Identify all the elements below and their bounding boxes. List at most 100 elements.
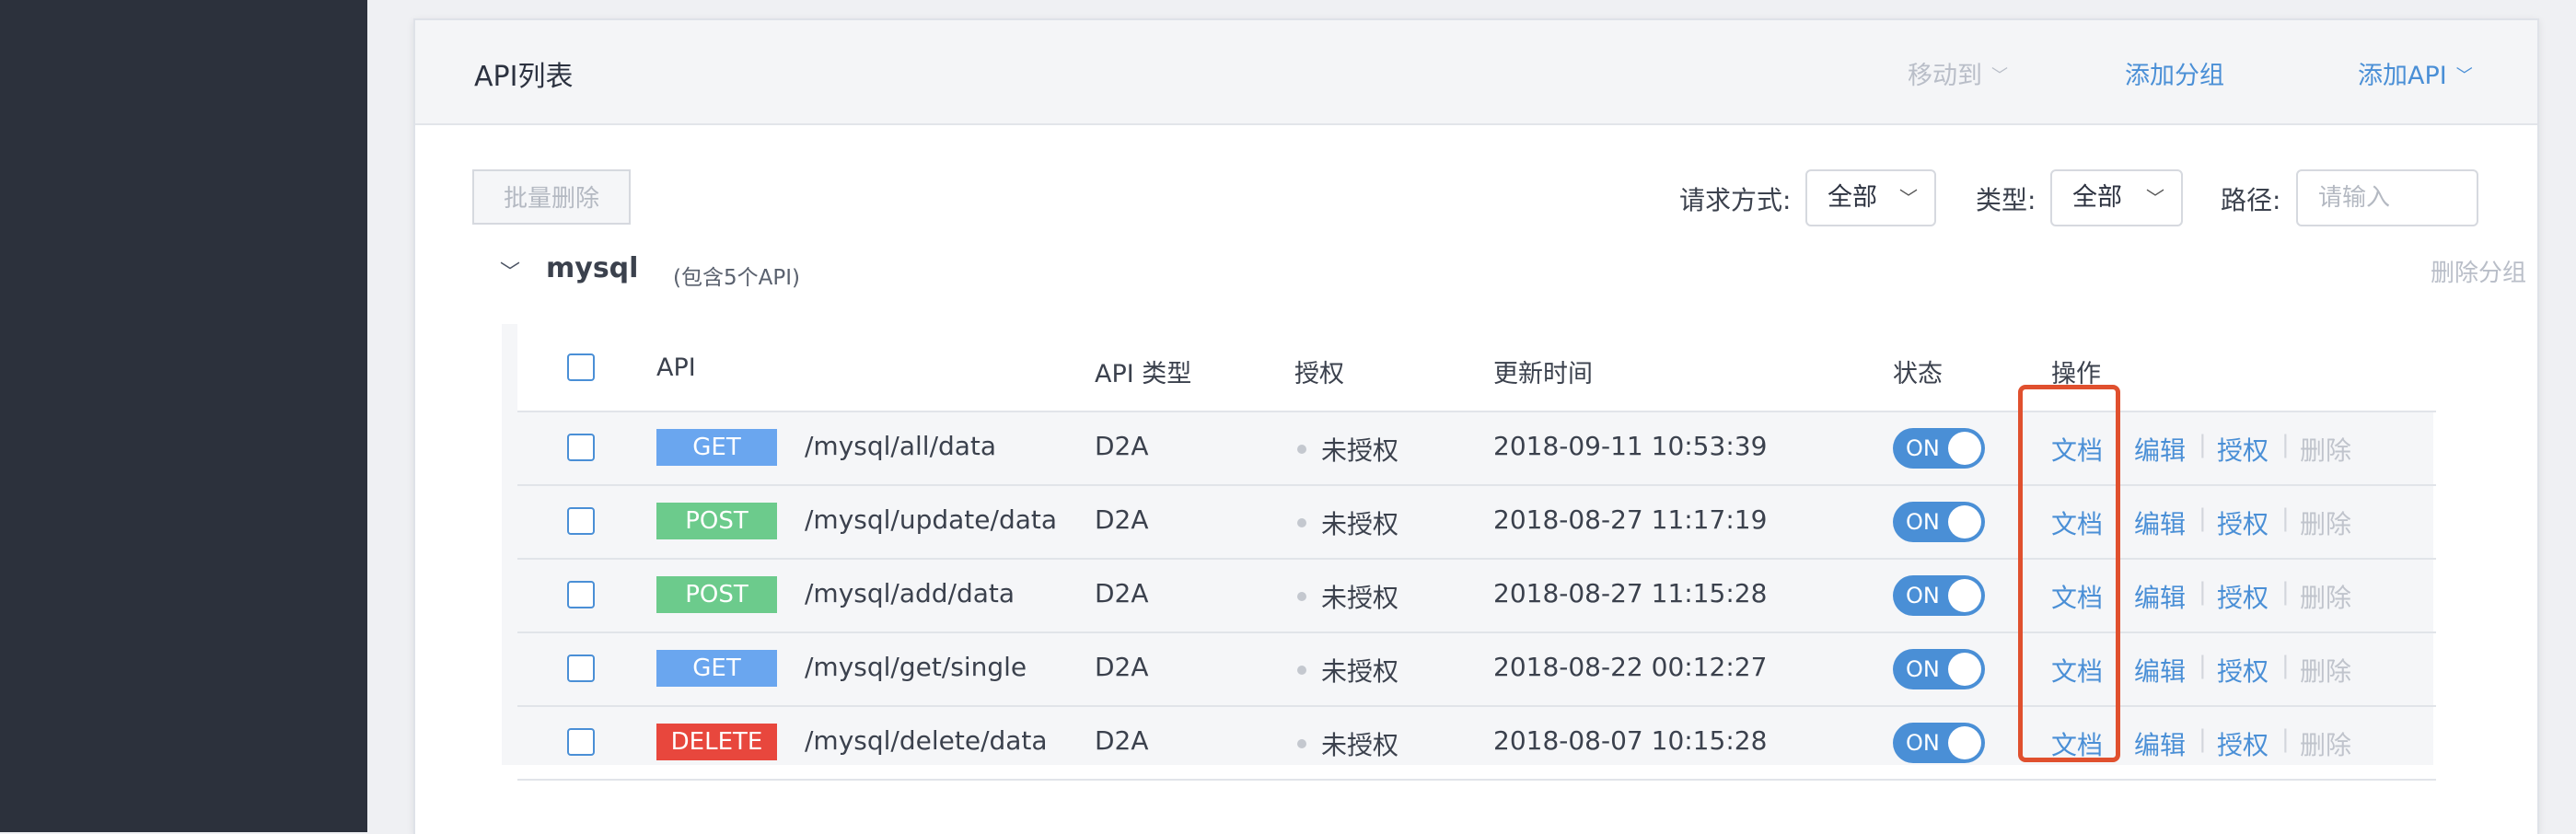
delete-link[interactable]: 删除 — [2300, 431, 2351, 468]
chevron-down-icon: ﹀ — [1899, 187, 1918, 209]
divider: | — [2281, 431, 2290, 458]
toggle-knob — [1948, 726, 1981, 759]
row-checkbox[interactable] — [567, 581, 595, 608]
method-badge: POST — [656, 576, 777, 613]
delete-group-button[interactable]: 删除分组 — [2431, 254, 2526, 288]
divider: | — [2281, 725, 2290, 753]
status-toggle[interactable]: ON — [1893, 649, 1985, 689]
row-checkbox[interactable] — [567, 507, 595, 535]
table-row: POST /mysql/update/data D2A 未授权 2018-08-… — [517, 484, 2436, 560]
method-filter-label: 请求方式: — [1679, 185, 1792, 215]
toggle-knob — [1948, 579, 1981, 612]
status-toggle[interactable]: ON — [1893, 502, 1985, 542]
status-toggle[interactable]: ON — [1893, 428, 1985, 469]
column-header-api: API — [656, 353, 696, 382]
api-type: D2A — [1095, 725, 1149, 756]
table-header: API API 类型 授权 更新时间 状态 操作 — [517, 324, 2436, 412]
api-type: D2A — [1095, 652, 1149, 682]
add-group-button[interactable]: 添加分组 — [2125, 55, 2224, 91]
row-checkbox[interactable] — [567, 654, 595, 682]
group-name: mysql — [546, 252, 639, 284]
edit-link[interactable]: 编辑 — [2134, 431, 2186, 468]
column-header-auth: 授权 — [1294, 360, 1344, 388]
type-filter-value: 全部 — [2072, 183, 2122, 212]
toggle-label: ON — [1906, 509, 1940, 535]
doc-column-highlight — [2018, 385, 2120, 762]
updated-time: 2018-08-07 10:15:28 — [1493, 725, 1768, 756]
auth-status-dot — [1297, 445, 1306, 454]
toggle-knob — [1948, 505, 1981, 539]
updated-time: 2018-08-27 11:17:19 — [1493, 504, 1768, 535]
column-header-updated: 更新时间 — [1493, 360, 1593, 388]
add-api-label: 添加API — [2358, 62, 2447, 90]
method-badge: GET — [656, 429, 777, 466]
chevron-down-icon: ﹀ — [2146, 187, 2164, 209]
edit-link[interactable]: 编辑 — [2134, 578, 2186, 615]
table-row: DELETE /mysql/delete/data D2A 未授权 2018-0… — [517, 705, 2436, 781]
divider: | — [2199, 578, 2207, 606]
auth-status-dot — [1297, 592, 1306, 601]
type-filter-label: 类型: — [1976, 185, 2036, 215]
authorize-link[interactable]: 授权 — [2217, 652, 2269, 689]
authorize-link[interactable]: 授权 — [2217, 504, 2269, 541]
status-toggle[interactable]: ON — [1893, 723, 1985, 763]
select-all-checkbox[interactable] — [567, 353, 595, 381]
type-filter-select[interactable]: 全部 ﹀ — [2050, 169, 2183, 226]
authorize-link[interactable]: 授权 — [2217, 725, 2269, 762]
updated-time: 2018-08-27 11:15:28 — [1493, 578, 1768, 608]
chevron-down-icon: ﹀ — [1991, 66, 2008, 86]
api-path: /mysql/all/data — [805, 431, 997, 461]
path-search-input[interactable] — [2296, 169, 2478, 226]
toggle-label: ON — [1906, 583, 1940, 608]
row-checkbox[interactable] — [567, 434, 595, 461]
api-list-panel: API列表 移动到 ﹀ 添加分组 添加API ﹀ 批量删除 请求方式: 全部 ﹀ 类… — [413, 18, 2539, 834]
api-type: D2A — [1095, 578, 1149, 608]
toggle-label: ON — [1906, 730, 1940, 756]
divider: | — [2281, 652, 2290, 679]
api-path: /mysql/get/single — [805, 652, 1027, 682]
delete-link[interactable]: 删除 — [2300, 504, 2351, 541]
auth-status: 未授权 — [1321, 730, 1399, 760]
divider: | — [2199, 725, 2207, 753]
api-path: /mysql/delete/data — [805, 725, 1048, 756]
divider: | — [2199, 431, 2207, 458]
group-collapse-icon[interactable]: ﹀ — [500, 256, 520, 285]
add-api-dropdown[interactable]: 添加API ﹀ — [2358, 55, 2473, 91]
column-header-status: 状态 — [1893, 360, 1943, 388]
updated-time: 2018-08-22 00:12:27 — [1493, 652, 1768, 682]
authorize-link[interactable]: 授权 — [2217, 431, 2269, 468]
edit-link[interactable]: 编辑 — [2134, 725, 2186, 762]
auth-status-dot — [1297, 739, 1306, 748]
toggle-knob — [1948, 432, 1981, 465]
divider: | — [2199, 652, 2207, 679]
batch-delete-button[interactable]: 批量删除 — [472, 169, 631, 225]
divider: | — [2199, 504, 2207, 532]
api-table: API API 类型 授权 更新时间 状态 操作 GET /mysql/all/… — [502, 324, 2436, 781]
row-checkbox[interactable] — [567, 728, 595, 756]
divider: | — [2281, 578, 2290, 606]
auth-status: 未授权 — [1321, 656, 1399, 687]
authorize-link[interactable]: 授权 — [2217, 578, 2269, 615]
chevron-down-icon: ﹀ — [2455, 66, 2473, 86]
toggle-knob — [1948, 653, 1981, 686]
move-to-label: 移动到 — [1908, 62, 1982, 90]
api-type: D2A — [1095, 431, 1149, 461]
move-to-dropdown[interactable]: 移动到 ﹀ — [1908, 55, 2008, 91]
method-filter-select[interactable]: 全部 ﹀ — [1805, 169, 1936, 226]
edit-link[interactable]: 编辑 — [2134, 504, 2186, 541]
divider: | — [2281, 504, 2290, 532]
auth-status: 未授权 — [1321, 509, 1399, 539]
api-path: /mysql/add/data — [805, 578, 1015, 608]
delete-link[interactable]: 删除 — [2300, 578, 2351, 615]
status-toggle[interactable]: ON — [1893, 575, 1985, 616]
group-api-count: (包含5个API) — [673, 266, 800, 290]
api-type: D2A — [1095, 504, 1149, 535]
api-path: /mysql/update/data — [805, 504, 1058, 535]
table-row: POST /mysql/add/data D2A 未授权 2018-08-27 … — [517, 558, 2436, 633]
auth-status: 未授权 — [1321, 435, 1399, 466]
delete-link[interactable]: 删除 — [2300, 652, 2351, 689]
method-badge: GET — [656, 650, 777, 687]
delete-link[interactable]: 删除 — [2300, 725, 2351, 762]
auth-status-dot — [1297, 666, 1306, 675]
edit-link[interactable]: 编辑 — [2134, 652, 2186, 689]
